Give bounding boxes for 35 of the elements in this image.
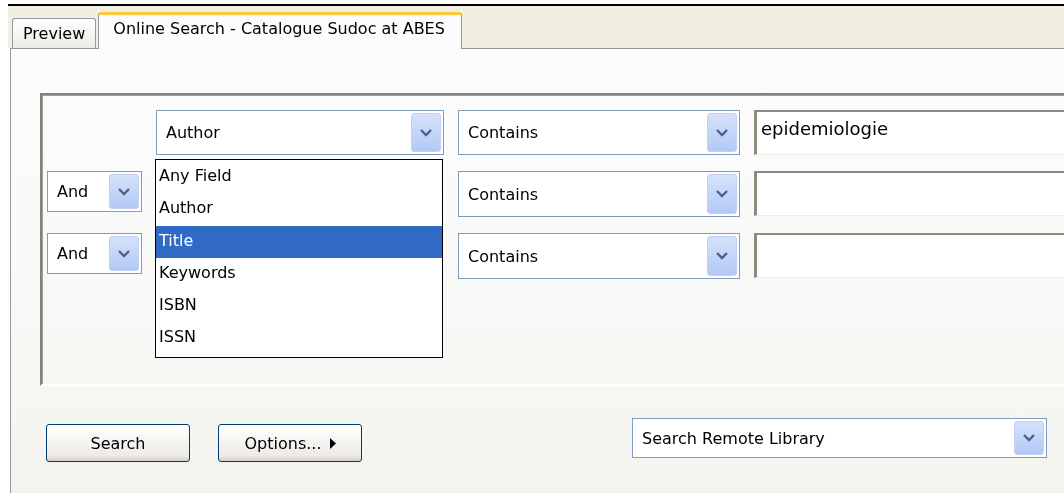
chevron-down-icon xyxy=(716,128,728,137)
chevron-down-icon xyxy=(1023,434,1035,442)
dropdown-arrow-button[interactable] xyxy=(109,236,139,271)
dropdown-arrow-button[interactable] xyxy=(1014,421,1044,455)
connector-dropdown[interactable]: And xyxy=(47,171,142,212)
connector-dropdown[interactable]: And xyxy=(47,233,142,274)
operator-dropdown[interactable]: Contains xyxy=(458,233,740,279)
search-term-field[interactable] xyxy=(754,233,1064,278)
dropdown-arrow-button[interactable] xyxy=(411,113,441,152)
dropdown-option[interactable]: ISBN xyxy=(156,290,442,323)
options-button[interactable]: Options... xyxy=(218,424,362,462)
library-dropdown[interactable]: Search Remote Library xyxy=(632,418,1047,458)
field-dropdown[interactable]: Author xyxy=(156,110,444,155)
chevron-down-icon xyxy=(716,190,728,198)
dropdown-arrow-button[interactable] xyxy=(707,113,737,152)
search-term-field[interactable]: epidemiologie xyxy=(754,110,1064,155)
dropdown-option[interactable]: ISSN xyxy=(156,322,442,355)
operator-dropdown[interactable]: Contains xyxy=(458,171,740,217)
chevron-down-icon xyxy=(118,187,130,196)
triangle-right-icon xyxy=(329,437,336,449)
tab[interactable]: Online Search - Catalogue Sudoc at ABES xyxy=(98,12,462,49)
search-button[interactable]: Search xyxy=(46,424,190,462)
dropdown-arrow-button[interactable] xyxy=(707,236,737,276)
operator-dropdown[interactable]: Contains xyxy=(458,110,740,155)
dropdown-option[interactable]: Keywords xyxy=(156,257,442,291)
dropdown-arrow-button[interactable] xyxy=(707,174,737,214)
tab[interactable]: Preview xyxy=(12,18,97,48)
chevron-down-icon xyxy=(420,128,432,137)
chevron-down-icon xyxy=(716,252,728,260)
dropdown-arrow-button[interactable] xyxy=(109,174,139,209)
chevron-down-icon xyxy=(118,249,130,258)
dropdown-option[interactable]: Any Field xyxy=(156,161,442,194)
dropdown-option[interactable]: Author xyxy=(156,193,442,226)
search-term-field[interactable] xyxy=(754,171,1064,216)
dropdown-option[interactable]: Title xyxy=(156,225,442,258)
